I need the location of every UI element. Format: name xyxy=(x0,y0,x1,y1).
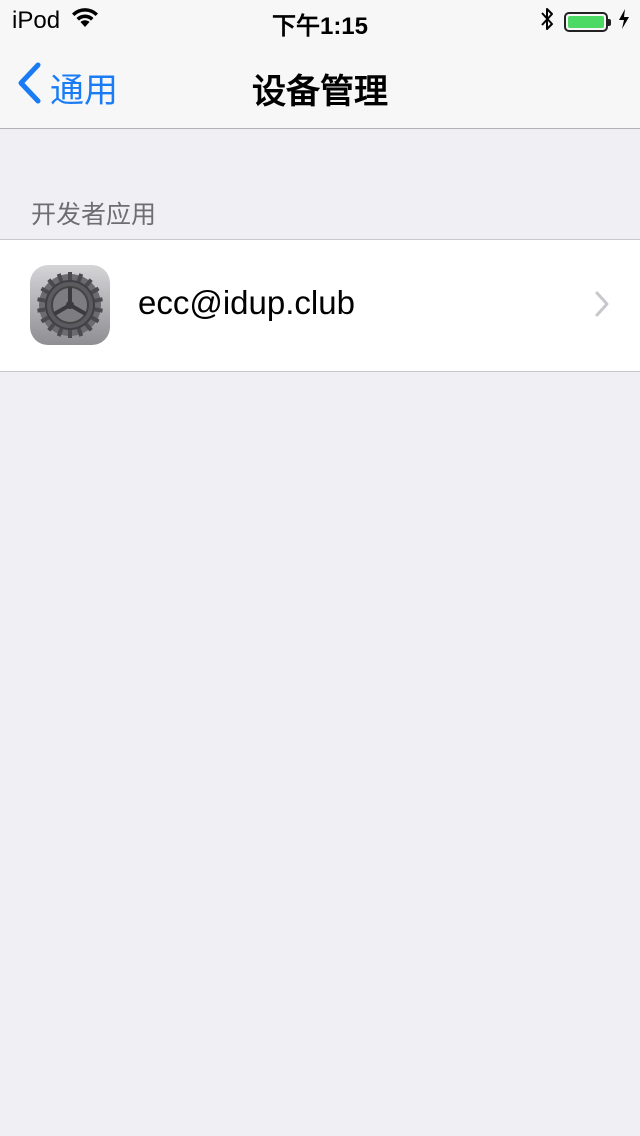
bluetooth-icon xyxy=(540,7,554,36)
section-header: 开发者应用 xyxy=(31,201,157,229)
status-bar: iPod 下午1:15 xyxy=(0,0,640,40)
chevron-right-icon xyxy=(594,290,610,323)
status-right xyxy=(540,7,630,36)
page-title: 设备管理 xyxy=(252,73,388,111)
charging-icon xyxy=(618,8,630,35)
battery-icon xyxy=(564,11,611,32)
list-item-developer-app[interactable]: ecc@idup.club xyxy=(0,240,640,371)
battery-tip xyxy=(608,18,611,26)
navigation-bar: 通用 设备管理 xyxy=(0,40,640,129)
developer-app-label: ecc@idup.club xyxy=(138,284,355,321)
developer-apps-list: ecc@idup.club xyxy=(0,239,640,372)
settings-gear-icon xyxy=(30,265,110,345)
battery-fill xyxy=(568,15,604,28)
